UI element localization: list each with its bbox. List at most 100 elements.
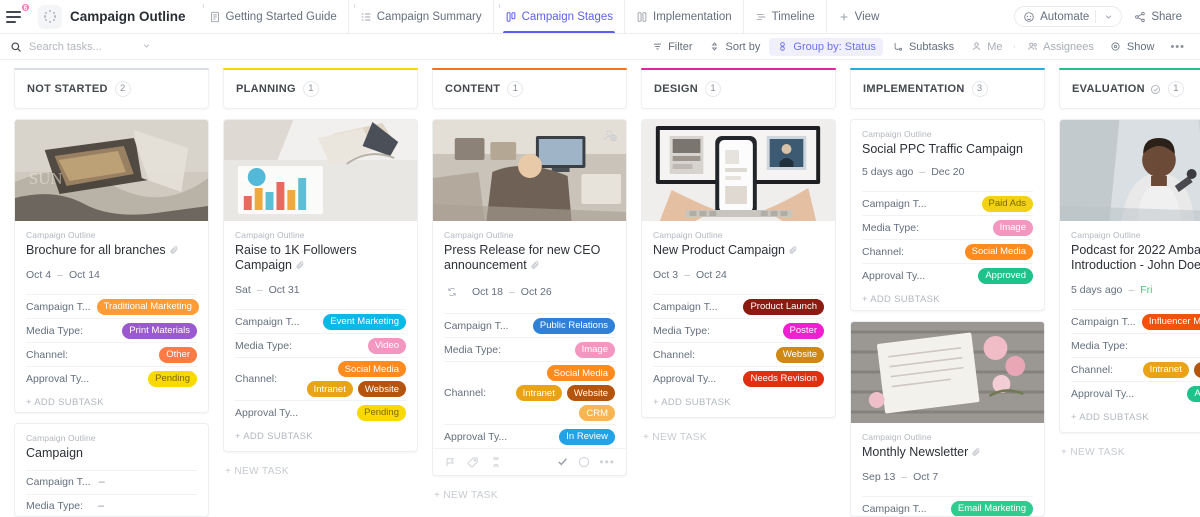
- task-tag[interactable]: Pending: [357, 404, 406, 421]
- task-dates[interactable]: Oct 3– Oct 24: [653, 269, 824, 281]
- assignees-button[interactable]: Assignees: [1019, 38, 1101, 56]
- task-tag[interactable]: Approved: [978, 267, 1033, 284]
- task-tag[interactable]: Email Marketing: [950, 500, 1033, 517]
- automate-button[interactable]: Automate: [1014, 6, 1123, 27]
- add-subtask-button[interactable]: + ADD SUBTASK: [642, 390, 835, 417]
- task-tag[interactable]: Image: [992, 219, 1033, 236]
- new-task-button[interactable]: + NEW TASK: [432, 486, 627, 501]
- tag-icon[interactable]: [467, 456, 479, 468]
- task-dates[interactable]: 5 days ago – Dec 20: [862, 166, 1033, 178]
- task-tag[interactable]: Paid Ads: [981, 195, 1033, 212]
- add-subtask-button[interactable]: + ADD SUBTASK: [224, 424, 417, 451]
- task-dates[interactable]: Oct 18– Oct 26: [444, 284, 615, 300]
- menu-icon[interactable]: 6: [6, 2, 30, 28]
- task-field-values[interactable]: Product Launch: [724, 298, 824, 315]
- chevron-down-icon[interactable]: [141, 40, 152, 53]
- task-field-values[interactable]: Image: [932, 219, 1033, 236]
- task-field-values[interactable]: Audio: [1141, 338, 1200, 354]
- task-field-values[interactable]: Video: [305, 337, 406, 354]
- chevron-down-icon[interactable]: [1102, 11, 1114, 23]
- column-header-evaluation[interactable]: EVALUATION 1: [1059, 68, 1200, 109]
- more-options-button[interactable]: •••: [1163, 38, 1192, 56]
- task-tag[interactable]: Social Media: [546, 365, 615, 381]
- search-box[interactable]: [10, 40, 160, 53]
- task-tag[interactable]: Approved: [1187, 385, 1200, 402]
- task-field-values[interactable]: Website: [723, 346, 824, 363]
- task-field-values[interactable]: Pending: [305, 404, 406, 421]
- task-field-values[interactable]: Email Marketing: [933, 500, 1033, 517]
- task-tag[interactable]: Intranet: [515, 385, 562, 401]
- task-tag[interactable]: CRM: [579, 405, 615, 421]
- task-card[interactable]: Campaign Outline Raise to 1K Followers Ca…: [223, 119, 418, 452]
- task-field-empty[interactable]: –: [97, 476, 105, 488]
- task-card[interactable]: Campaign Outline New Product Campaign Oct …: [641, 119, 836, 418]
- column-header-not-started[interactable]: NOT STARTED 2: [14, 68, 209, 109]
- tab-campaign-summary[interactable]: ¹ Campaign Summary: [347, 0, 493, 33]
- add-subtask-button[interactable]: + ADD SUBTASK: [1060, 405, 1200, 432]
- task-tag[interactable]: Event Marketing: [323, 313, 406, 330]
- task-card[interactable]: Campaign Outline Social PPC Traffic Campa…: [850, 119, 1045, 312]
- task-dates[interactable]: Sep 13– Oct 7: [862, 471, 1033, 483]
- task-field-values[interactable]: Traditional Marketing: [96, 298, 199, 315]
- sort-button[interactable]: Sort by: [702, 38, 768, 56]
- task-dates[interactable]: Oct 4– Oct 14: [26, 269, 197, 281]
- tab-campaign-stages[interactable]: ¹ Campaign Stages: [492, 0, 624, 33]
- task-field-values[interactable]: Social Media: [932, 243, 1033, 260]
- tab-add-view[interactable]: View: [825, 0, 891, 33]
- task-tag[interactable]: Poster: [782, 322, 824, 339]
- task-field-values[interactable]: Influencer Marketing: [1141, 313, 1200, 330]
- task-tag[interactable]: Social Media: [964, 243, 1033, 260]
- flag-icon[interactable]: [444, 456, 456, 468]
- task-tag[interactable]: Website: [1193, 361, 1200, 378]
- task-card[interactable]: Campaign Outline Press Release for new CE…: [432, 119, 627, 476]
- new-task-button[interactable]: + NEW TASK: [223, 462, 418, 477]
- column-header-design[interactable]: DESIGN 1: [641, 68, 836, 109]
- filter-button[interactable]: Filter: [644, 38, 699, 56]
- tab-implementation[interactable]: Implementation: [624, 0, 743, 33]
- subtasks-button[interactable]: Subtasks: [885, 38, 961, 56]
- task-card[interactable]: SUN Campaign Outline Brochure for all bra…: [14, 119, 209, 413]
- column-header-implementation[interactable]: IMPLEMENTATION 3: [850, 68, 1045, 109]
- task-dates[interactable]: 5 days ago – Fri: [1071, 284, 1200, 296]
- task-tag[interactable]: Product Launch: [743, 298, 824, 315]
- task-field-values[interactable]: In Review: [514, 428, 615, 445]
- add-subtask-button[interactable]: + ADD SUBTASK: [851, 287, 1044, 310]
- column-header-planning[interactable]: PLANNING 1: [223, 68, 418, 109]
- task-tag[interactable]: Website: [775, 346, 824, 363]
- task-tag[interactable]: Traditional Marketing: [96, 298, 199, 315]
- tab-timeline[interactable]: Timeline: [742, 0, 826, 33]
- timer-icon[interactable]: [490, 456, 502, 468]
- search-input[interactable]: [29, 40, 134, 53]
- task-field-values[interactable]: Poster: [723, 322, 824, 339]
- task-field-values[interactable]: Print Materials: [96, 322, 197, 339]
- share-button[interactable]: Share: [1126, 7, 1190, 27]
- task-dates[interactable]: Sat – Oct 31: [235, 284, 406, 296]
- task-field-values[interactable]: Paid Ads: [933, 195, 1033, 212]
- task-tag[interactable]: Image: [574, 341, 615, 358]
- task-tag[interactable]: Intranet: [306, 381, 353, 397]
- task-card[interactable]: Campaign Outline Campaign Campaign T... – Me…: [14, 422, 209, 517]
- add-assignee-icon[interactable]: [603, 128, 617, 142]
- check-icon[interactable]: [556, 455, 569, 468]
- more-icon[interactable]: •••: [599, 456, 615, 468]
- column-header-content[interactable]: CONTENT 1: [432, 68, 627, 109]
- task-field-values[interactable]: Needs Revision: [723, 370, 824, 387]
- new-task-button[interactable]: + NEW TASK: [641, 428, 836, 443]
- task-field-values[interactable]: Social Media Intranet Website: [305, 361, 406, 397]
- tab-getting-started-guide[interactable]: ¹ Getting Started Guide: [198, 0, 348, 33]
- task-field-values[interactable]: Public Relations: [515, 317, 615, 334]
- me-button[interactable]: Me: [963, 38, 1009, 56]
- assignee-avatar-placeholder-icon[interactable]: [578, 456, 590, 468]
- new-task-button[interactable]: + NEW TASK: [1059, 443, 1200, 458]
- task-tag[interactable]: Website: [357, 381, 406, 397]
- task-field-values[interactable]: Other: [96, 346, 197, 363]
- task-card[interactable]: Campaign Outline Monthly Newsletter Sep 13…: [850, 321, 1045, 517]
- task-field-values[interactable]: Social Media Intranet Website CRM: [514, 365, 615, 421]
- task-tag[interactable]: Social Media: [337, 361, 406, 377]
- task-tag[interactable]: Needs Revision: [743, 370, 824, 387]
- task-field-values[interactable]: Pending: [96, 370, 197, 387]
- task-tag[interactable]: Influencer Marketing: [1141, 313, 1200, 330]
- task-field-values[interactable]: Intranet Website: [1141, 361, 1200, 378]
- task-tag[interactable]: Intranet: [1142, 361, 1189, 378]
- task-card[interactable]: Campaign Outline Podcast for 2022 Ambassa…: [1059, 119, 1200, 433]
